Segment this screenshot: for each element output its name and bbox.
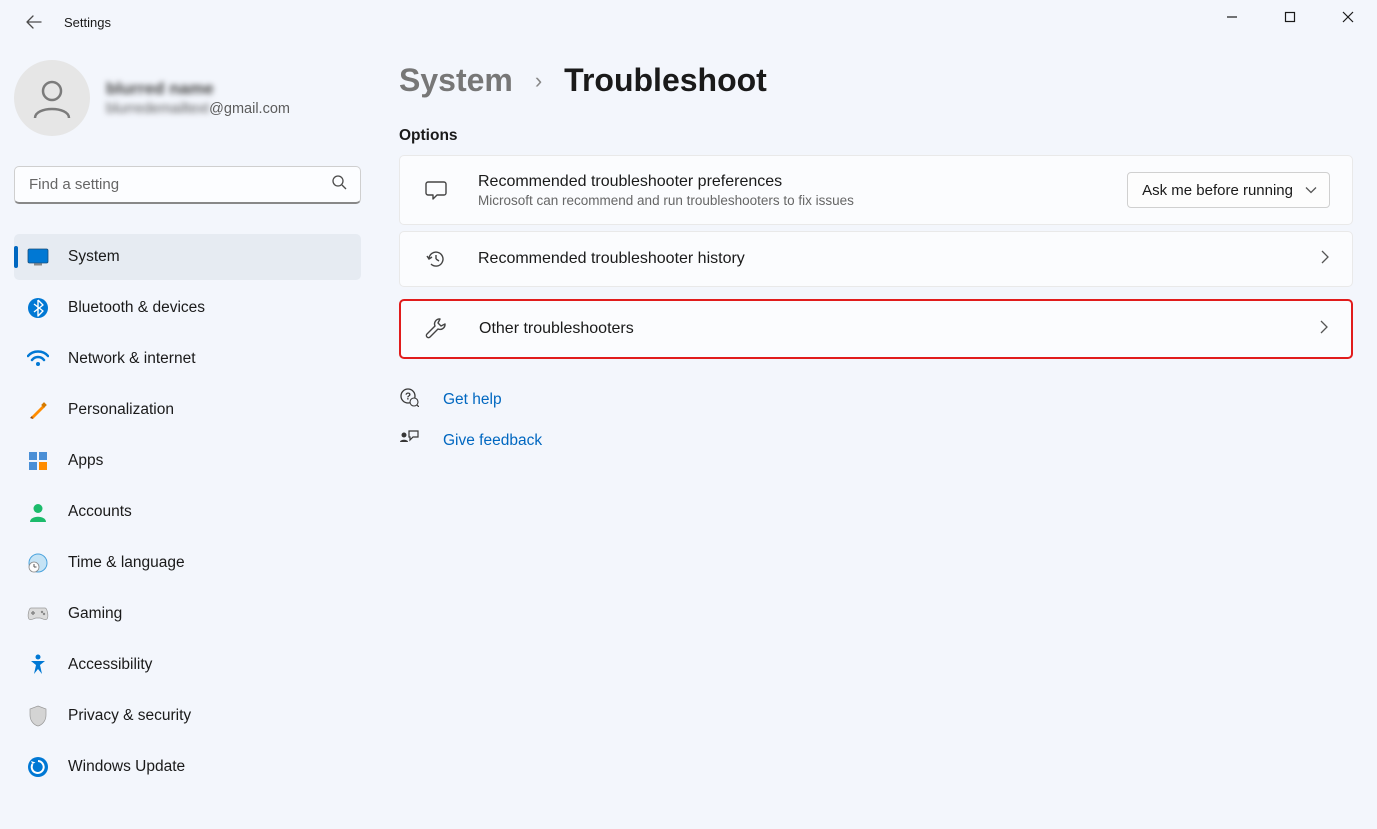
nav-windows-update[interactable]: Windows Update <box>14 744 361 790</box>
nav-label: Gaming <box>68 605 122 623</box>
profile-block[interactable]: blurred name blurredemailtext@gmail.com <box>14 44 361 148</box>
minimize-icon <box>1226 11 1238 23</box>
nav-label: Windows Update <box>68 758 185 776</box>
personalization-icon <box>26 398 50 422</box>
profile-name: blurred name <box>106 79 290 99</box>
maximize-icon <box>1284 11 1296 23</box>
card-history[interactable]: Recommended troubleshooter history <box>399 231 1353 287</box>
system-icon <box>26 245 50 269</box>
preferences-dropdown[interactable]: Ask me before running <box>1127 172 1330 208</box>
gaming-icon <box>26 602 50 626</box>
nav-label: Network & internet <box>68 350 196 368</box>
nav-label: Bluetooth & devices <box>68 299 205 317</box>
nav-accessibility[interactable]: Accessibility <box>14 642 361 688</box>
sidebar: blurred name blurredemailtext@gmail.com … <box>0 44 375 829</box>
arrow-left-icon <box>26 15 42 29</box>
dropdown-value: Ask me before running <box>1142 182 1293 199</box>
card-title: Recommended troubleshooter preferences <box>478 173 1099 191</box>
history-icon <box>422 248 450 270</box>
nav-label: System <box>68 248 120 266</box>
card-title: Recommended troubleshooter history <box>478 250 1293 268</box>
feedback-icon <box>399 428 421 453</box>
accessibility-icon <box>26 653 50 677</box>
nav-label: Personalization <box>68 401 174 419</box>
user-icon <box>30 76 74 120</box>
nav-system[interactable]: System <box>14 234 361 280</box>
card-body: Other troubleshooters <box>479 320 1292 338</box>
chevron-down-icon <box>1305 182 1317 199</box>
search-box <box>14 166 361 204</box>
card-other-troubleshooters[interactable]: Other troubleshooters <box>399 299 1353 359</box>
chat-icon <box>422 179 450 201</box>
wrench-icon <box>423 317 451 341</box>
get-help-text: Get help <box>443 391 502 409</box>
close-button[interactable] <box>1319 0 1377 34</box>
section-label: Options <box>399 127 1353 145</box>
card-subtitle: Microsoft can recommend and run troubles… <box>478 193 1099 208</box>
accounts-icon <box>26 500 50 524</box>
titlebar: Settings <box>0 0 1377 44</box>
nav-label: Time & language <box>68 554 185 572</box>
window-title: Settings <box>64 15 111 30</box>
close-icon <box>1342 11 1354 23</box>
search-icon[interactable] <box>332 175 347 195</box>
main-content: System › Troubleshoot Options Recommende… <box>375 44 1377 829</box>
nav-list: System Bluetooth & devices Network & int… <box>14 234 361 790</box>
help-links: ? Get help Give feedback <box>399 387 1353 453</box>
help-icon: ? <box>399 387 421 412</box>
chevron-right-icon <box>1320 320 1329 339</box>
breadcrumb-parent[interactable]: System <box>399 62 513 99</box>
back-button[interactable] <box>18 6 50 38</box>
nav-network[interactable]: Network & internet <box>14 336 361 382</box>
breadcrumb: System › Troubleshoot <box>399 62 1353 99</box>
time-icon <box>26 551 50 575</box>
chevron-right-icon <box>1321 250 1330 269</box>
nav-label: Privacy & security <box>68 707 191 725</box>
give-feedback-text: Give feedback <box>443 432 542 450</box>
nav-privacy[interactable]: Privacy & security <box>14 693 361 739</box>
chevron-right-icon: › <box>535 68 542 94</box>
nav-accounts[interactable]: Accounts <box>14 489 361 535</box>
profile-email: blurredemailtext@gmail.com <box>106 101 290 117</box>
get-help-link[interactable]: ? Get help <box>399 387 1353 412</box>
card-body: Recommended troubleshooter history <box>478 250 1293 268</box>
nav-label: Accessibility <box>68 656 152 674</box>
breadcrumb-current: Troubleshoot <box>564 62 767 99</box>
bluetooth-icon <box>26 296 50 320</box>
window-controls <box>1203 0 1377 34</box>
nav-bluetooth[interactable]: Bluetooth & devices <box>14 285 361 331</box>
maximize-button[interactable] <box>1261 0 1319 34</box>
nav-apps[interactable]: Apps <box>14 438 361 484</box>
network-icon <box>26 347 50 371</box>
avatar <box>14 60 90 136</box>
nav-personalization[interactable]: Personalization <box>14 387 361 433</box>
apps-icon <box>26 449 50 473</box>
update-icon <box>26 755 50 779</box>
search-input[interactable] <box>14 166 361 204</box>
nav-label: Accounts <box>68 503 132 521</box>
shield-icon <box>26 704 50 728</box>
card-title: Other troubleshooters <box>479 320 1292 338</box>
nav-label: Apps <box>68 452 103 470</box>
minimize-button[interactable] <box>1203 0 1261 34</box>
profile-info: blurred name blurredemailtext@gmail.com <box>106 79 290 117</box>
card-recommended-prefs[interactable]: Recommended troubleshooter preferences M… <box>399 155 1353 225</box>
give-feedback-link[interactable]: Give feedback <box>399 428 1353 453</box>
nav-time-language[interactable]: Time & language <box>14 540 361 586</box>
card-body: Recommended troubleshooter preferences M… <box>478 173 1099 208</box>
nav-gaming[interactable]: Gaming <box>14 591 361 637</box>
